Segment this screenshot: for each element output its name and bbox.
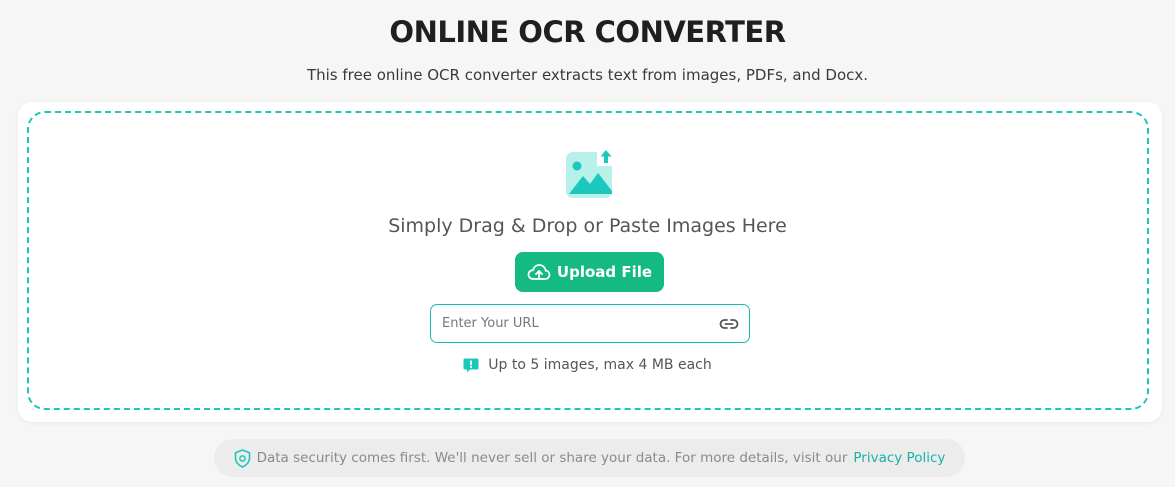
privacy-policy-link[interactable]: Privacy Policy bbox=[853, 450, 945, 466]
cloud-upload-icon bbox=[527, 264, 551, 280]
page-subtitle: This free online OCR converter extracts … bbox=[306, 66, 869, 84]
url-input[interactable] bbox=[442, 305, 702, 342]
info-icon bbox=[463, 358, 479, 373]
upload-limit-text: Up to 5 images, max 4 MB each bbox=[488, 357, 712, 373]
upload-limit-note: Up to 5 images, max 4 MB each bbox=[0, 355, 1175, 375]
page-title: ONLINE OCR CONVERTER bbox=[389, 15, 786, 49]
link-icon[interactable] bbox=[719, 315, 739, 333]
url-field bbox=[430, 304, 750, 343]
drop-instruction: Simply Drag & Drop or Paste Images Here bbox=[388, 215, 787, 237]
upload-file-label: Upload File bbox=[556, 263, 653, 281]
data-security-notice: Data security comes first. We'll never s… bbox=[214, 439, 965, 477]
image-upload-icon bbox=[566, 148, 614, 198]
security-text: Data security comes first. We'll never s… bbox=[256, 450, 848, 466]
shield-icon bbox=[234, 448, 250, 468]
upload-file-button[interactable]: Upload File bbox=[515, 252, 664, 292]
